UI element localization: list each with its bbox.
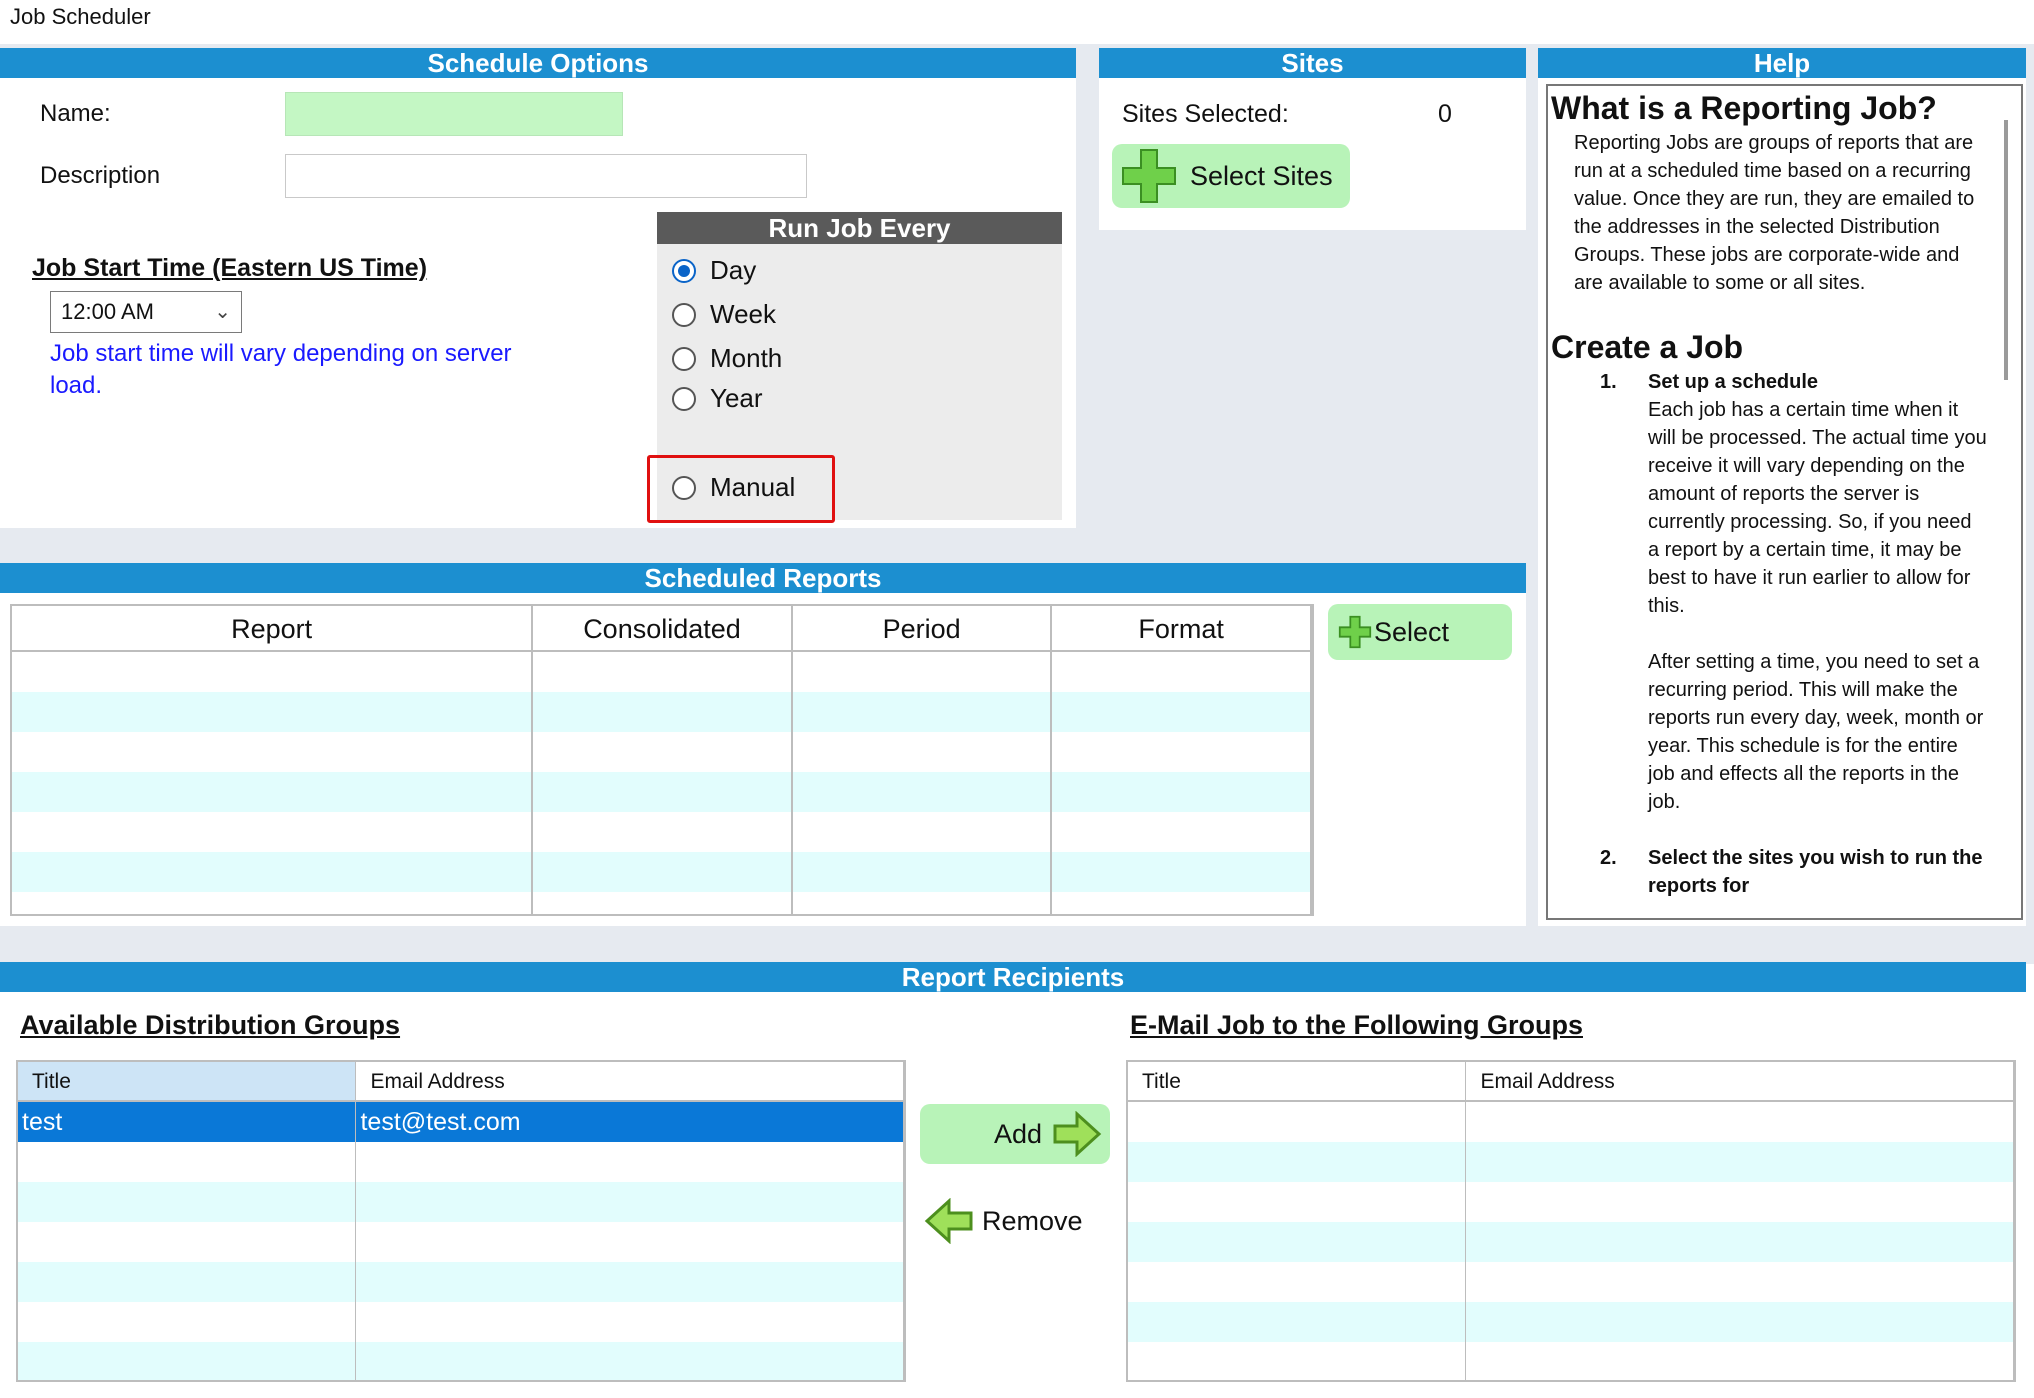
column-title[interactable]: Title xyxy=(1128,1062,1467,1100)
table-row[interactable] xyxy=(18,1342,904,1380)
table-row[interactable] xyxy=(1128,1222,2014,1262)
row-email: test@test.com xyxy=(356,1102,904,1142)
radio-month[interactable]: Month xyxy=(672,343,782,374)
radio-month-indicator[interactable] xyxy=(672,346,696,371)
radio-week-label: Week xyxy=(710,299,776,329)
help-step2-number: 2. xyxy=(1600,847,1617,869)
description-input[interactable] xyxy=(285,154,807,198)
table-row[interactable] xyxy=(1128,1342,2014,1380)
scheduled-reports-table[interactable]: Report Consolidated Period Format xyxy=(10,604,1314,916)
name-label: Name: xyxy=(40,100,111,127)
help-step1-text2: After setting a time, you need to set a … xyxy=(1648,651,1984,813)
table-row[interactable] xyxy=(18,1222,904,1262)
table-row[interactable] xyxy=(1128,1302,2014,1342)
table-row[interactable] xyxy=(1128,1182,2014,1222)
help-step1-text: Each job has a certain time when it will… xyxy=(1648,399,1987,617)
description-label: Description xyxy=(40,162,161,189)
sites-header: Sites xyxy=(1099,48,1526,78)
table-row[interactable] xyxy=(1128,1102,2014,1142)
table-row[interactable] xyxy=(1128,1142,2014,1182)
plus-icon xyxy=(1122,149,1176,203)
remove-group-label: Remove xyxy=(982,1205,1083,1236)
email-groups-grid[interactable]: Title Email Address xyxy=(1126,1060,2016,1382)
help-step1-number: 1. xyxy=(1600,371,1617,393)
available-groups-header: Title Email Address xyxy=(18,1062,904,1102)
help-q1-text: Reporting Jobs are groups of reports tha… xyxy=(1574,132,1975,294)
column-consolidated[interactable]: Consolidated xyxy=(533,606,793,650)
radio-year-indicator[interactable] xyxy=(672,386,696,411)
table-row[interactable] xyxy=(12,732,1312,772)
table-row[interactable] xyxy=(18,1302,904,1342)
table-row[interactable] xyxy=(18,1142,904,1182)
start-time-value: 12:00 AM xyxy=(61,299,154,324)
radio-day-label: Day xyxy=(710,255,757,285)
name-input[interactable] xyxy=(285,92,623,136)
plus-icon xyxy=(1338,615,1372,649)
add-group-label: Add xyxy=(993,1118,1042,1149)
scheduled-reports-header: Scheduled Reports xyxy=(0,563,1526,593)
reports-table-header: Report Consolidated Period Format xyxy=(12,606,1312,652)
start-time-select[interactable]: 12:00 AM ⌄ xyxy=(50,291,242,333)
start-time-note: Job start time will vary depending on se… xyxy=(50,340,512,399)
help-content[interactable]: What is a Reporting Job? Reporting Jobs … xyxy=(1546,84,2023,920)
row-title: test xyxy=(18,1102,357,1142)
table-row[interactable] xyxy=(18,1182,904,1222)
table-row[interactable] xyxy=(1128,1262,2014,1302)
radio-week-indicator[interactable] xyxy=(672,302,696,327)
start-time-title: Job Start Time (Eastern US Time) xyxy=(32,254,428,282)
table-row[interactable] xyxy=(12,692,1312,732)
select-reports-label: Select xyxy=(1374,616,1450,647)
table-row[interactable] xyxy=(12,772,1312,812)
run-job-every-header: Run Job Every xyxy=(657,212,1062,244)
help-q2-title: Create a Job xyxy=(1551,329,1744,365)
remove-group-button[interactable]: Remove xyxy=(924,1196,1094,1246)
email-groups-title: E-Mail Job to the Following Groups xyxy=(1130,1010,1583,1040)
column-report[interactable]: Report xyxy=(12,606,534,650)
add-group-button[interactable]: Add xyxy=(920,1104,1110,1164)
email-groups-header: Title Email Address xyxy=(1128,1062,2014,1102)
column-period[interactable]: Period xyxy=(793,606,1053,650)
window-title: Job Scheduler xyxy=(10,4,151,29)
radio-day-indicator[interactable] xyxy=(672,258,696,283)
radio-month-label: Month xyxy=(710,343,783,373)
help-q1-title: What is a Reporting Job? xyxy=(1551,90,1937,126)
select-reports-button[interactable]: Select xyxy=(1328,604,1512,660)
recipients-background xyxy=(0,934,2034,964)
column-format[interactable]: Format xyxy=(1052,606,1312,650)
sites-selected-count: 0 xyxy=(1438,100,1452,128)
column-email[interactable]: Email Address xyxy=(356,1062,904,1100)
table-row[interactable]: test test@test.com xyxy=(18,1102,904,1142)
radio-day[interactable]: Day xyxy=(672,255,756,286)
help-scrollbar[interactable] xyxy=(2004,120,2008,380)
available-groups-title: Available Distribution Groups xyxy=(20,1010,401,1040)
table-row[interactable] xyxy=(18,1262,904,1302)
arrow-right-icon xyxy=(1053,1111,1102,1157)
column-email[interactable]: Email Address xyxy=(1466,1062,2014,1100)
help-header: Help xyxy=(1538,48,2026,78)
radio-year[interactable]: Year xyxy=(672,383,763,414)
radio-year-label: Year xyxy=(710,383,763,413)
report-recipients-header: Report Recipients xyxy=(0,962,2026,992)
column-title[interactable]: Title xyxy=(18,1062,357,1100)
help-step1-title: Set up a schedule xyxy=(1648,371,1819,393)
select-sites-label: Select Sites xyxy=(1190,160,1333,191)
table-row[interactable] xyxy=(12,892,1312,914)
manual-highlight-box xyxy=(647,455,835,523)
select-sites-button[interactable]: Select Sites xyxy=(1112,144,1350,208)
table-row[interactable] xyxy=(12,852,1312,892)
table-row[interactable] xyxy=(12,812,1312,852)
sites-selected-label: Sites Selected: xyxy=(1122,100,1289,128)
help-step2-title: Select the sites you wish to run the rep… xyxy=(1648,847,1983,897)
table-row[interactable] xyxy=(12,652,1312,692)
chevron-down-icon: ⌄ xyxy=(214,301,231,323)
available-groups-grid[interactable]: Title Email Address test test@test.com xyxy=(16,1060,906,1382)
arrow-left-icon xyxy=(924,1198,973,1244)
schedule-options-header: Schedule Options xyxy=(0,48,1076,78)
radio-week[interactable]: Week xyxy=(672,299,776,330)
